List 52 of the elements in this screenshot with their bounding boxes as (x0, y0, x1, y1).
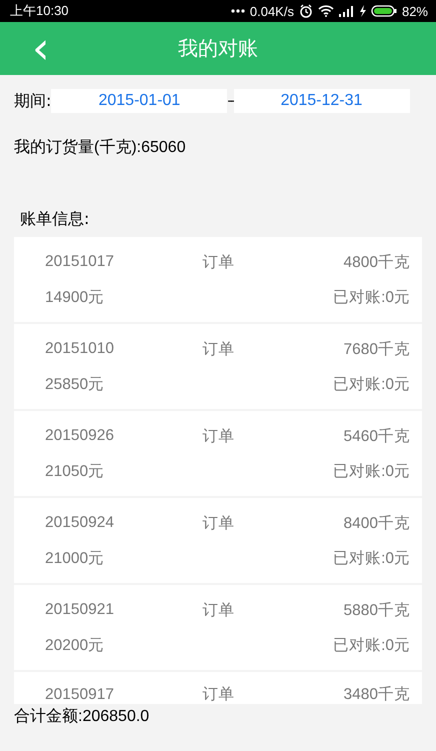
battery-percent: 82% (402, 4, 428, 18)
date-separator: -- (227, 93, 234, 109)
bill-type: 订单 (202, 600, 235, 620)
bill-date: 20151010 (45, 340, 114, 358)
start-date-field[interactable]: 2015-01-01 (51, 89, 228, 113)
bill-item[interactable]: 20151017 订单 4800千克 14900元 已对账:0元 (14, 237, 422, 322)
bill-amount: 20200元 (45, 636, 104, 656)
bill-date: 20150921 (45, 601, 114, 619)
bill-amount: 21050元 (45, 462, 104, 482)
bill-date: 20150926 (45, 427, 114, 445)
reconciled-amount: 已对账:0元 (333, 462, 410, 482)
reconciled-amount: 已对账:0元 (333, 374, 410, 394)
bill-weight: 5880千克 (344, 600, 410, 620)
bill-type: 订单 (202, 514, 235, 534)
bill-weight: 8400千克 (344, 514, 410, 534)
bill-list-title: 账单信息: (20, 209, 90, 230)
bill-weight: 7680千克 (344, 340, 410, 360)
bill-amount: 14900元 (45, 288, 104, 308)
wifi-icon (318, 5, 334, 17)
more-dots-icon (230, 9, 245, 13)
network-speed: 0.04K/s (250, 4, 294, 18)
bill-weight: 3480千克 (344, 685, 410, 704)
order-quantity-text: 我的订货量(千克):65060 (14, 138, 187, 158)
back-button[interactable]: ‹ (26, 28, 56, 68)
total-amount-text: 合计金额:206850.0 (14, 706, 150, 727)
page-title: 我的对账 (178, 35, 258, 62)
reconciled-amount: 已对账:0元 (333, 288, 410, 308)
bill-amount: 21000元 (45, 548, 104, 568)
reconciled-amount: 已对账:0元 (333, 636, 410, 656)
bill-date: 20151017 (45, 253, 114, 271)
bill-date: 20150917 (45, 686, 114, 704)
signal-icon (338, 6, 354, 16)
bill-amount: 25850元 (45, 374, 104, 394)
bill-date: 20150924 (45, 514, 114, 532)
bill-weight: 5460千克 (344, 426, 410, 446)
clock-time: 上午10:30 (10, 2, 69, 20)
bill-type: 订单 (202, 252, 235, 272)
bill-type: 订单 (202, 426, 235, 446)
alarm-clock-icon (298, 4, 313, 18)
bill-item[interactable]: 20150921 订单 5880千克 20200元 已对账:0元 (14, 585, 422, 670)
bill-type: 订单 (202, 685, 235, 704)
bill-item[interactable]: 20151010 订单 7680千克 25850元 已对账:0元 (14, 324, 422, 409)
bill-item[interactable]: 20150917 订单 3480千克 (14, 672, 422, 704)
bill-item[interactable]: 20150924 订单 8400千克 21000元 已对账:0元 (14, 498, 422, 583)
battery-icon (370, 5, 397, 17)
charging-bolt-icon (358, 5, 366, 17)
bill-weight: 4800千克 (344, 252, 410, 272)
end-date-field[interactable]: 2015-12-31 (234, 89, 410, 113)
bill-type: 订单 (202, 340, 235, 360)
period-label: 期间: (14, 90, 52, 112)
bill-item[interactable]: 20150926 订单 5460千克 21050元 已对账:0元 (14, 411, 422, 496)
reconciled-amount: 已对账:0元 (333, 548, 410, 568)
